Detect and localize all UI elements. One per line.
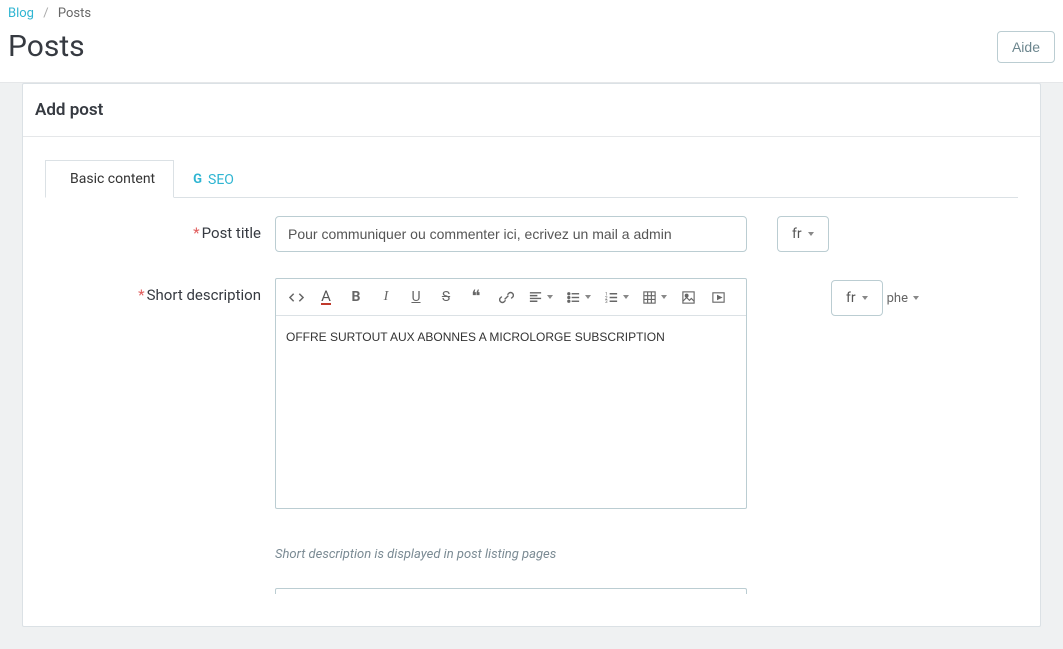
- required-mark: *: [193, 224, 199, 242]
- post-title-input[interactable]: [275, 216, 747, 252]
- lang-dropdown-desc[interactable]: fr: [831, 280, 883, 316]
- video-icon[interactable]: [704, 284, 732, 310]
- add-post-panel: Add post Basic content G SEO *Post title: [22, 83, 1041, 627]
- short-desc-textarea[interactable]: OFFRE SURTOUT AUX ABONNES A MICROLORGE S…: [276, 316, 746, 508]
- panel-title: Add post: [23, 84, 1040, 137]
- bullet-list-icon[interactable]: [560, 284, 596, 310]
- tab-basic-label: Basic content: [70, 171, 155, 187]
- numbered-list-icon[interactable]: 123: [598, 284, 634, 310]
- text-color-icon[interactable]: A: [312, 284, 340, 310]
- tab-basic-content[interactable]: Basic content: [45, 160, 174, 198]
- breadcrumb: Blog / Posts: [0, 0, 1063, 25]
- breadcrumb-blog[interactable]: Blog: [8, 6, 34, 21]
- page-title: Posts: [8, 29, 85, 64]
- lang-dropdown-title[interactable]: fr: [777, 216, 829, 252]
- next-editor-placeholder: [275, 588, 747, 594]
- google-icon: G: [193, 172, 202, 187]
- required-mark: *: [138, 286, 144, 304]
- breadcrumb-sep: /: [43, 6, 48, 21]
- underline-icon[interactable]: U: [402, 284, 430, 310]
- align-icon[interactable]: [522, 284, 558, 310]
- svg-text:3: 3: [604, 299, 607, 305]
- short-desc-help: Short description is displayed in post l…: [275, 547, 556, 562]
- link-icon[interactable]: [492, 284, 520, 310]
- short-desc-editor: A B I U S ❝: [275, 278, 747, 509]
- italic-icon[interactable]: I: [372, 284, 400, 310]
- blockquote-icon[interactable]: ❝: [462, 284, 490, 310]
- paragraph-hint: phe: [887, 291, 920, 306]
- table-icon[interactable]: [636, 284, 672, 310]
- breadcrumb-posts: Posts: [58, 6, 91, 21]
- tabs: Basic content G SEO: [45, 159, 1018, 198]
- tab-seo[interactable]: G SEO: [174, 160, 253, 198]
- tab-seo-label: SEO: [208, 172, 234, 188]
- source-code-icon[interactable]: [282, 284, 310, 310]
- help-button[interactable]: Aide: [997, 31, 1055, 63]
- editor-toolbar: A B I U S ❝: [276, 279, 746, 316]
- image-icon[interactable]: [674, 284, 702, 310]
- post-title-label: *Post title: [45, 216, 275, 242]
- bold-icon[interactable]: B: [342, 284, 370, 310]
- short-desc-label: *Short description: [45, 278, 275, 304]
- strikethrough-icon[interactable]: S: [432, 284, 460, 310]
